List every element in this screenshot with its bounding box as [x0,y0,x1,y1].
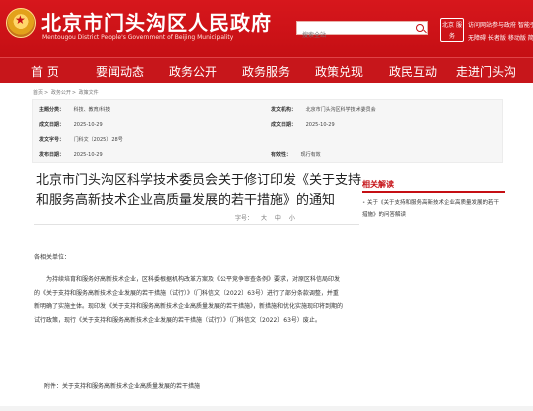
meta-issuer: 发文机构： 北京市门头沟区科学技术委员会 [271,106,376,113]
header-tools-bottom[interactable]: 无障碍 长者版 移动版 简 [468,33,533,42]
meta-topic-value: 科技、教育/科技 [73,107,111,113]
meta-validity-value: 现行有效 [300,152,321,158]
meta-written-date-2-value: 2025-10-29 [305,122,335,128]
search-box[interactable] [296,21,428,42]
site-header: 北京市门头沟区人民政府 Mentougou District People's … [0,0,533,57]
header-tools-top[interactable]: 访问网站参与政府 智能引擎 [468,20,533,29]
nav-item-about[interactable]: 走进门头沟 [456,63,516,80]
related-reading-item[interactable]: 关于《关于支持和服务高新技术企业高质量发展的若干措施》的问答解读 [362,197,502,221]
font-size-small-button[interactable]: 小 [289,215,295,222]
related-reading-title: 相关解读 [362,180,394,189]
meta-topic-label: 主题分类： [39,107,65,113]
article-paragraph: 为持续培育和服务好高新技术企业，区科委根据机构改革方案及《公平竞争审查条例》要求… [34,276,344,324]
footer-strip [0,406,533,411]
nav-item-services[interactable]: 政务服务 [242,63,290,80]
nav-item-policy[interactable]: 政策兑现 [315,63,363,80]
meta-doc-number: 发文字号： 门科文〔2025〕28号 [39,136,123,143]
nav-item-news[interactable]: 要闻动态 [96,63,144,80]
article-title: 北京市门头沟区科学技术委员会关于修订印发《关于支持和服务高新技术企业高质量发展的… [36,173,362,208]
breadcrumb-government[interactable]: 政务公开 [51,90,71,96]
breadcrumb-home[interactable]: 首页 [33,90,43,96]
meta-written-date-label: 成文日期： [39,122,65,128]
meta-validity: 有效性： 现行有效 [271,151,321,158]
site-subtitle: Mentougou District People's Government o… [42,34,234,41]
meta-written-date: 成文日期： 2025-10-29 [39,121,103,128]
search-icon[interactable] [416,24,424,32]
nav-item-government-affairs[interactable]: 政务公开 [169,63,217,80]
nav-item-home[interactable]: 首 页 [31,63,59,80]
beijing-service-logo[interactable]: 北京 服务 [440,18,464,42]
main-nav: 首 页 要闻动态 政务公开 政务服务 政策兑现 政民互动 走进门头沟 [0,57,533,83]
breadcrumb: 首页> 政务公开> 政策文件 [33,90,99,96]
site-title[interactable]: 北京市门头沟区人民政府 [41,7,272,36]
meta-written-date-2-label: 成文日期： [271,122,297,128]
national-emblem-icon [6,8,36,38]
related-reading-divider [362,191,505,193]
meta-validity-label: 有效性： [271,152,292,158]
meta-issuer-label: 发文机构： [271,107,297,113]
font-size-toolbar: 字号： 大 中 小 [235,213,301,222]
search-input[interactable] [297,29,427,42]
meta-doc-number-value: 门科文〔2025〕28号 [73,137,123,143]
breadcrumb-policy[interactable]: 政策文件 [79,90,99,96]
article-salutation: 各相关单位： [34,254,71,261]
meta-publish-date: 发布日期： 2025-10-29 [39,151,103,158]
font-size-label: 字号： [235,215,254,222]
meta-written-date-2: 成文日期： 2025-10-29 [271,121,335,128]
meta-publish-date-label: 发布日期： [39,152,65,158]
attachment-link[interactable]: 附件：关于支持和服务高新技术企业高质量发展的若干措施 [44,381,200,390]
meta-written-date-value: 2025-10-29 [73,122,103,128]
meta-topic: 主题分类： 科技、教育/科技 [39,106,110,113]
content-area: 首页> 政务公开> 政策文件 主题分类： 科技、教育/科技 发文机构： 北京市门… [30,85,505,411]
meta-issuer-value: 北京市门头沟区科学技术委员会 [305,107,376,113]
meta-publish-date-value: 2025-10-29 [73,152,103,158]
nav-item-interaction[interactable]: 政民互动 [389,63,437,80]
meta-doc-number-label: 发文字号： [39,137,65,143]
meta-table: 主题分类： 科技、教育/科技 发文机构： 北京市门头沟区科学技术委员会 成文日期… [32,99,503,163]
title-divider [34,224,359,225]
font-size-medium-button[interactable]: 中 [275,215,281,222]
font-size-large-button[interactable]: 大 [261,215,267,222]
